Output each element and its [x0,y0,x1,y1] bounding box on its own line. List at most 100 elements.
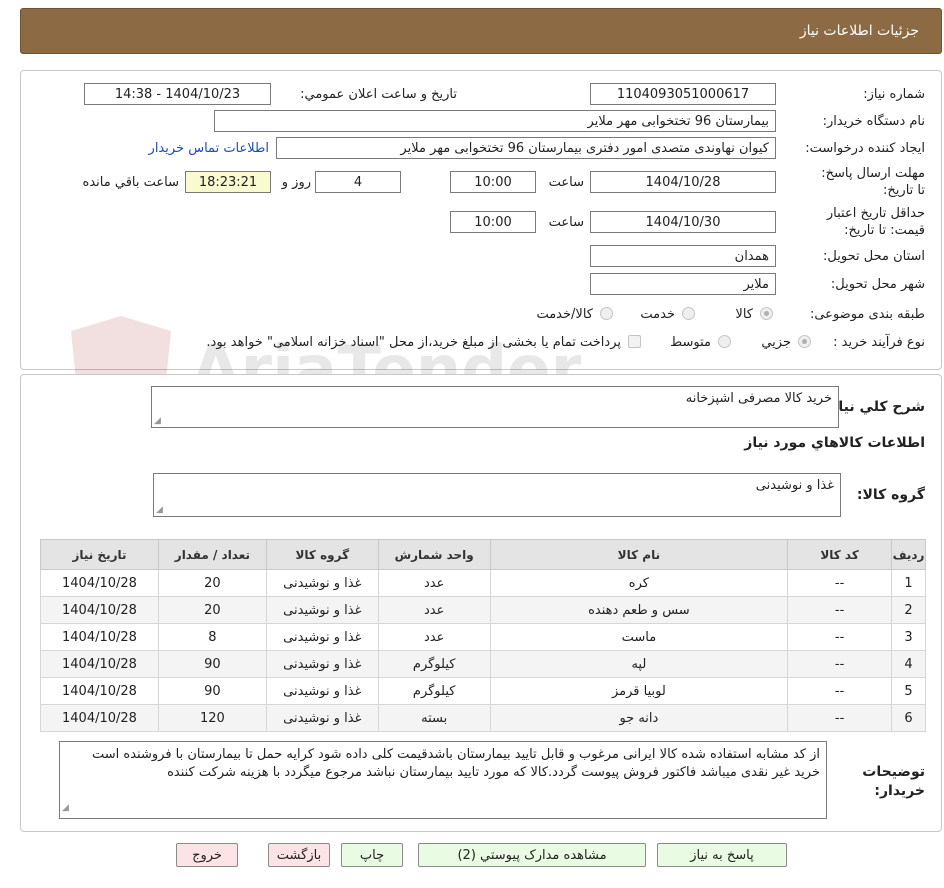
validity-date-field: 1404/10/30 [590,211,776,233]
category-both-label: کالا/خدمت [536,307,593,322]
deadline-date-field: 1404/10/28 [590,171,776,193]
remaining-time-field: 18:23:21 [185,171,271,193]
col-group-header: گروه کالا [265,539,379,570]
cell-code: -- [787,596,893,624]
table-row: 1 -- کره عدد غذا و نوشیدنی 20 1404/10/28 [40,569,926,597]
days-remaining-field: 4 [315,171,401,193]
cell-qty: 90 [157,650,267,678]
cell-name: ماست [489,623,789,651]
province-label: استان محل تحویل: [823,249,925,264]
cell-date: 1404/10/28 [40,569,159,597]
goods-info-panel: شرح کلي نیاز: خرید کالا مصرفی اشپزخانه ◢… [20,374,942,832]
category-goods-radio[interactable] [760,307,773,320]
process-minor-radio[interactable] [798,335,811,348]
back-button[interactable]: بازگشت [268,843,330,867]
deadline-label: مهلت ارسال پاسخ: تا تاریخ: [821,166,925,198]
cell-group: غذا و نوشیدنی [265,704,379,732]
days-label: روز و [281,175,311,190]
cell-unit: عدد [377,596,491,624]
print-button[interactable]: چاپ [341,843,403,867]
cell-qty: 20 [157,596,267,624]
cell-date: 1404/10/28 [40,623,159,651]
cell-group: غذا و نوشیدنی [265,596,379,624]
announce-label: تاریخ و ساعت اعلان عمومي: [300,87,457,102]
category-label: طبقه بندی موضوعی: [809,307,925,322]
cell-name: دانه جو [489,704,789,732]
cell-date: 1404/10/28 [40,677,159,705]
group-label: گروه کالا: [856,487,925,503]
cell-name: لوبیا قرمز [489,677,789,705]
cell-qty: 8 [157,623,267,651]
col-qty-header: تعداد / مقدار [157,539,267,570]
cell-code: -- [787,623,893,651]
page-title: جزئیات اطلاعات نیاز [799,23,919,39]
category-both-radio[interactable] [600,307,613,320]
cell-name: کره [489,569,789,597]
cell-unit: کیلوگرم [377,650,491,678]
validity-time-field: 10:00 [450,211,536,233]
cell-qty: 20 [157,569,267,597]
process-medium-label: متوسط [670,335,711,350]
buyer-notes-text: از کد مشابه استفاده شده کالا ایرانی مرغو… [92,747,820,780]
cell-name: سس و طعم دهنده [489,596,789,624]
buyer-org-label: نام دستگاه خریدار: [822,114,925,129]
summary-textarea[interactable]: خرید کالا مصرفی اشپزخانه ◢ [151,386,839,428]
cell-code: -- [787,704,893,732]
col-name-header: نام کالا [489,539,789,570]
table-row: 6 -- دانه جو بسته غذا و نوشیدنی 120 1404… [40,704,926,732]
buyer-notes-textarea[interactable]: از کد مشابه استفاده شده کالا ایرانی مرغو… [59,741,827,819]
resize-grip-icon[interactable]: ◢ [156,505,163,515]
cell-date: 1404/10/28 [40,704,159,732]
validity-time-label: ساعت [548,215,584,230]
table-header-row: ردیف کد کالا نام کالا واحد شمارش گروه کا… [40,539,926,570]
treasury-payment-checkbox[interactable] [628,335,641,348]
cell-qty: 120 [157,704,267,732]
cell-row: 6 [891,704,926,732]
cell-row: 3 [891,623,926,651]
cell-code: -- [787,650,893,678]
need-number-field: 1104093051000617 [590,83,776,105]
cell-date: 1404/10/28 [40,650,159,678]
need-details-panel: AriaTender.net شماره نیاز: 1104093051000… [20,70,942,421]
cell-code: -- [787,677,893,705]
table-row: 4 -- لپه کیلوگرم غذا و نوشیدنی 90 1404/1… [40,650,926,678]
requester-label: ایجاد کننده درخواست: [805,141,925,156]
process-label: نوع فرآیند خرید : [833,335,925,350]
reply-button[interactable]: پاسخ به نیاز [657,843,787,867]
summary-label: شرح کلي نیاز: [824,399,925,415]
requester-field: کیوان نهاوندی متصدی امور دفتری بیمارستان… [276,137,776,159]
cell-row: 4 [891,650,926,678]
table-row: 2 -- سس و طعم دهنده عدد غذا و نوشیدنی 20… [40,596,926,624]
cell-group: غذا و نوشیدنی [265,650,379,678]
items-table: ردیف کد کالا نام کالا واحد شمارش گروه کا… [40,539,926,732]
city-field: ملایر [590,273,776,295]
buyer-contact-link[interactable]: اطلاعات تماس خریدار [149,141,269,156]
need-number-label: شماره نیاز: [863,87,925,102]
col-unit-header: واحد شمارش [377,539,491,570]
city-label: شهر محل تحویل: [830,277,925,292]
table-row: 3 -- ماست عدد غذا و نوشیدنی 8 1404/10/28 [40,623,926,651]
cell-date: 1404/10/28 [40,596,159,624]
group-text: غذا و نوشیدنی [755,478,834,493]
cell-unit: بسته [377,704,491,732]
category-goods-label: کالا [735,307,753,322]
category-service-label: خدمت [640,307,675,322]
buyer-notes-label: توضیحات خریدار: [862,764,925,799]
cell-group: غذا و نوشیدنی [265,677,379,705]
resize-grip-icon[interactable]: ◢ [62,799,69,817]
buyer-org-field: بیمارستان 96 تختخوابی مهر ملایر [214,110,776,132]
group-textarea[interactable]: غذا و نوشیدنی ◢ [153,473,841,517]
exit-button[interactable]: خروج [176,843,238,867]
summary-text: خرید کالا مصرفی اشپزخانه [685,391,832,406]
announce-datetime-field: 1404/10/23 - 14:38 [84,83,271,105]
deadline-time-field: 10:00 [450,171,536,193]
category-service-radio[interactable] [682,307,695,320]
cell-name: لپه [489,650,789,678]
col-date-header: تاریخ نیاز [40,539,159,570]
items-heading: اطلاعات کالاهاي مورد نیاز [744,435,925,451]
validity-label: حداقل تاریخ اعتبار قیمت: تا تاریخ: [826,206,925,238]
process-medium-radio[interactable] [718,335,731,348]
col-code-header: کد کالا [787,539,893,570]
attachments-button[interactable]: مشاهده مدارک پیوستي (2) [418,843,646,867]
resize-grip-icon[interactable]: ◢ [154,416,161,426]
